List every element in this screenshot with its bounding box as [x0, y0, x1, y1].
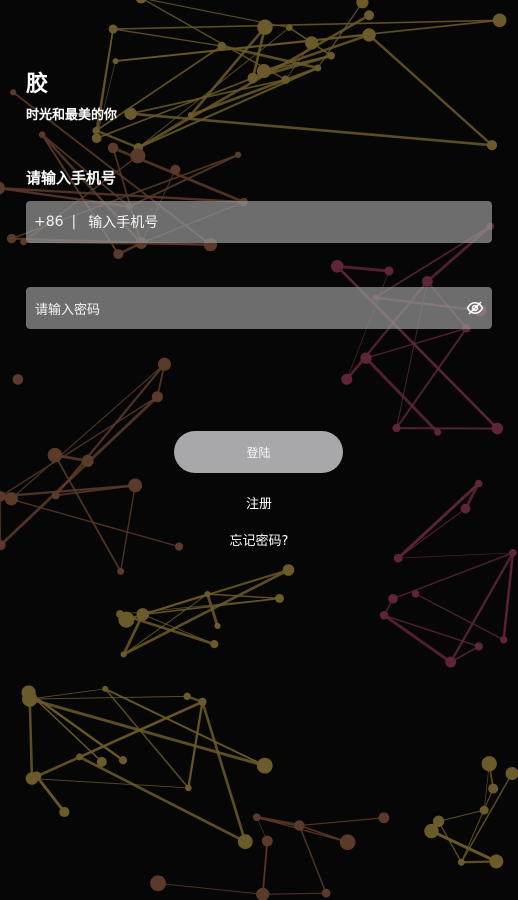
phone-input[interactable]: +86 | 输入手机号	[26, 201, 492, 243]
login-button[interactable]: 登陆	[174, 431, 343, 473]
app-title: 胶	[26, 72, 49, 97]
password-input[interactable]: 请输入密码	[26, 287, 492, 329]
password-placeholder: 请输入密码	[35, 302, 101, 318]
register-link[interactable]: 注册	[199, 493, 319, 512]
app-subtitle: 时光和最美的你	[26, 108, 118, 123]
prefix-separator: |	[71, 214, 77, 230]
eye-off-icon[interactable]	[466, 299, 484, 317]
country-code[interactable]: +86	[34, 214, 64, 230]
form-heading: 请输入手机号	[26, 169, 117, 187]
forgot-password-link[interactable]: 忘记密码?	[199, 530, 319, 549]
phone-placeholder: 输入手机号	[88, 215, 159, 231]
